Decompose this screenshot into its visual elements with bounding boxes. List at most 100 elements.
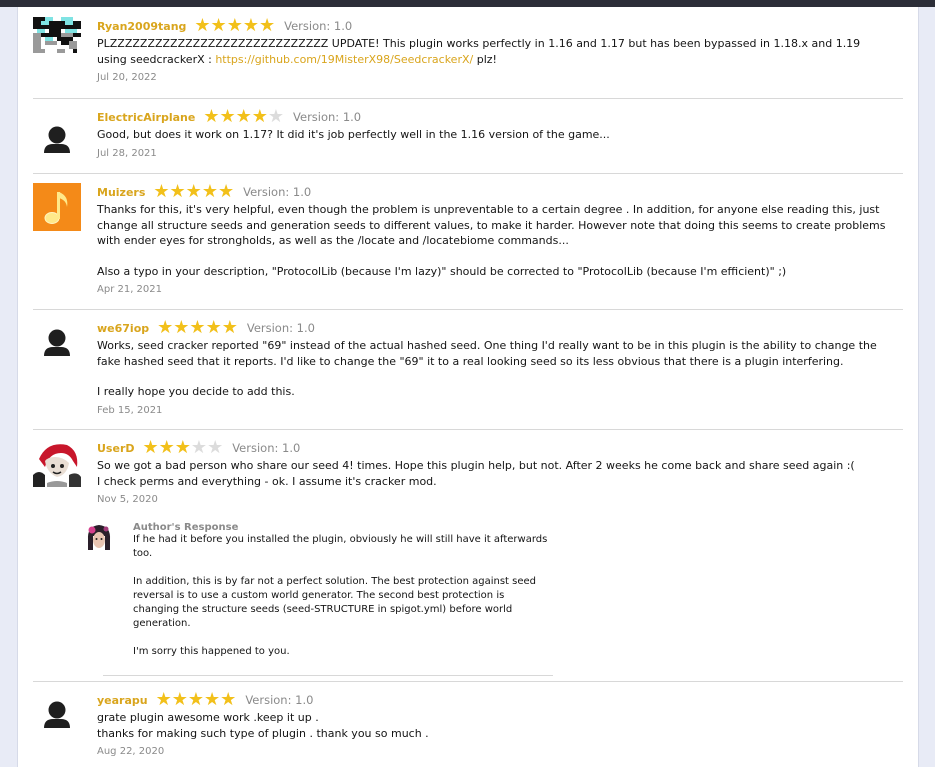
star-empty-icon: ★ — [267, 106, 285, 127]
star-filled-icon: ★ — [210, 15, 227, 36]
star-filled-icon: ★ — [194, 15, 211, 36]
star-rating: ★★★★★ — [203, 108, 284, 126]
author-avatar[interactable] — [83, 522, 115, 554]
review-author-link[interactable]: ElectricAirplane — [97, 111, 195, 124]
default-user-icon — [44, 126, 70, 153]
star-filled-icon: ★ — [142, 437, 159, 458]
review-message: So we got a bad person who share our see… — [97, 458, 893, 489]
review-content: Muizers ★★★★★ Version: 1.0 Thanks for th… — [97, 183, 893, 296]
pixel-avatar-icon — [33, 17, 81, 65]
review-content: Ryan2009tang ★★★★★ Version: 1.0 PLZZZZZZ… — [97, 17, 893, 84]
review-item: ElectricAirplane ★★★★★ Version: 1.0 Good… — [33, 98, 903, 174]
review-author-link[interactable]: yearapu — [97, 694, 148, 707]
user-avatar[interactable] — [33, 691, 81, 739]
review-author-link[interactable]: UserD — [97, 442, 135, 455]
review-header: Ryan2009tang ★★★★★ Version: 1.0 — [97, 17, 893, 35]
review-content: we67iop ★★★★★ Version: 1.0 Works, seed c… — [97, 319, 893, 416]
author-response: Author's Response If he had it before yo… — [83, 522, 553, 676]
review-header: yearapu ★★★★★ Version: 1.0 — [97, 691, 893, 709]
star-filled-icon: ★ — [217, 181, 235, 202]
star-filled-icon: ★ — [201, 181, 218, 202]
default-user-icon — [44, 701, 70, 728]
star-rating: ★★★★★ — [157, 319, 238, 337]
review-date[interactable]: Aug 22, 2020 — [97, 746, 893, 757]
star-rating: ★★★★★ — [153, 183, 234, 201]
star-filled-icon: ★ — [221, 317, 238, 338]
response-title: Author's Response — [133, 522, 239, 533]
review-author-link[interactable]: Ryan2009tang — [97, 20, 186, 33]
star-filled-icon: ★ — [219, 106, 236, 127]
star-filled-icon: ★ — [157, 317, 174, 338]
star-filled-icon: ★ — [169, 181, 186, 202]
review-header: we67iop ★★★★★ Version: 1.0 — [97, 319, 893, 337]
user-avatar[interactable] — [33, 183, 81, 231]
review-version: Version: 1.0 — [293, 110, 362, 124]
star-filled-icon: ★ — [204, 689, 221, 710]
review-header: Muizers ★★★★★ Version: 1.0 — [97, 183, 893, 201]
review-date[interactable]: Nov 5, 2020 — [97, 494, 893, 505]
star-rating: ★★★★★ — [194, 17, 275, 35]
review-date[interactable]: Feb 15, 2021 — [97, 405, 893, 416]
review-paragraph: Thanks for this, it's very helpful, even… — [97, 203, 886, 247]
user-avatar[interactable] — [33, 439, 81, 487]
review-item: Muizers ★★★★★ Version: 1.0 Thanks for th… — [33, 173, 903, 310]
review-author-link[interactable]: Muizers — [97, 186, 145, 199]
review-author-link[interactable]: we67iop — [97, 322, 149, 335]
review-text-end: plz! — [473, 52, 497, 66]
default-user-icon — [44, 329, 70, 356]
review-content: yearapu ★★★★★ Version: 1.0 grate plugin … — [97, 691, 893, 758]
review-version: Version: 1.0 — [284, 19, 353, 33]
github-link[interactable]: https://github.com/19MisterX98/Seedcrack… — [215, 53, 473, 66]
review-paragraph: Works, seed cracker reported "69" instea… — [97, 339, 877, 368]
user-avatar[interactable] — [33, 17, 81, 65]
review-message: Thanks for this, it's very helpful, even… — [97, 202, 893, 279]
star-empty-icon: ★ — [207, 437, 224, 458]
review-paragraph: I check perms and everything - ok. I ass… — [97, 474, 437, 488]
user-avatar[interactable] — [33, 116, 81, 164]
review-header: ElectricAirplane ★★★★★ Version: 1.0 — [97, 108, 893, 126]
response-message: If he had it before you installed the pl… — [133, 533, 553, 659]
review-paragraph: grate plugin awesome work .keep it up . — [97, 711, 319, 724]
star-filled-icon: ★ — [173, 317, 190, 338]
star-filled-icon: ★ — [242, 15, 259, 36]
review-item: UserD ★★★★★ Version: 1.0 So we got a bad… — [33, 429, 903, 682]
review-message: grate plugin awesome work .keep it up . … — [97, 710, 893, 741]
user-avatar[interactable] — [33, 319, 81, 367]
review-content: UserD ★★★★★ Version: 1.0 So we got a bad… — [97, 439, 893, 506]
review-item: yearapu ★★★★★ Version: 1.0 grate plugin … — [33, 681, 903, 767]
review-paragraph: Also a typo in your description, "Protoc… — [97, 264, 787, 278]
response-paragraph: In addition, this is by far not a perfec… — [133, 576, 536, 629]
response-paragraph: I'm sorry this happened to you. — [133, 646, 290, 657]
review-message: Works, seed cracker reported "69" instea… — [97, 338, 893, 400]
star-filled-icon: ★ — [189, 317, 206, 338]
star-filled-icon: ★ — [187, 689, 205, 710]
review-header: UserD ★★★★★ Version: 1.0 — [97, 439, 893, 457]
review-version: Version: 1.0 — [232, 441, 301, 455]
review-paragraph: thanks for making such type of plugin . … — [97, 726, 429, 740]
review-date[interactable]: Apr 21, 2021 — [97, 284, 893, 295]
star-filled-icon: ★ — [171, 689, 188, 710]
review-content: ElectricAirplane ★★★★★ Version: 1.0 Good… — [97, 108, 893, 159]
star-empty-icon: ★ — [190, 437, 208, 458]
star-filled-icon: ★ — [185, 181, 202, 202]
star-filled-icon: ★ — [158, 437, 175, 458]
author-avatar-icon — [83, 522, 115, 554]
star-filled-icon: ★ — [258, 15, 276, 36]
review-item: we67iop ★★★★★ Version: 1.0 Works, seed c… — [33, 309, 903, 430]
star-filled-icon: ★ — [174, 437, 191, 458]
star-filled-icon: ★ — [251, 106, 268, 127]
top-bar — [0, 0, 935, 7]
star-rating: ★★★★★ — [143, 439, 224, 457]
review-version: Version: 1.0 — [246, 321, 315, 335]
star-filled-icon: ★ — [155, 689, 172, 710]
star-filled-icon: ★ — [205, 317, 222, 338]
review-version: Version: 1.0 — [245, 693, 314, 707]
review-date[interactable]: Jul 20, 2022 — [97, 72, 893, 83]
music-note-avatar-icon — [33, 183, 81, 231]
anime-avatar-icon — [33, 439, 81, 487]
star-filled-icon: ★ — [203, 106, 220, 127]
response-paragraph: If he had it before you installed the pl… — [133, 534, 548, 559]
review-paragraph: I really hope you decide to add this. — [97, 385, 295, 398]
star-filled-icon: ★ — [235, 106, 252, 127]
review-date[interactable]: Jul 28, 2021 — [97, 148, 893, 159]
